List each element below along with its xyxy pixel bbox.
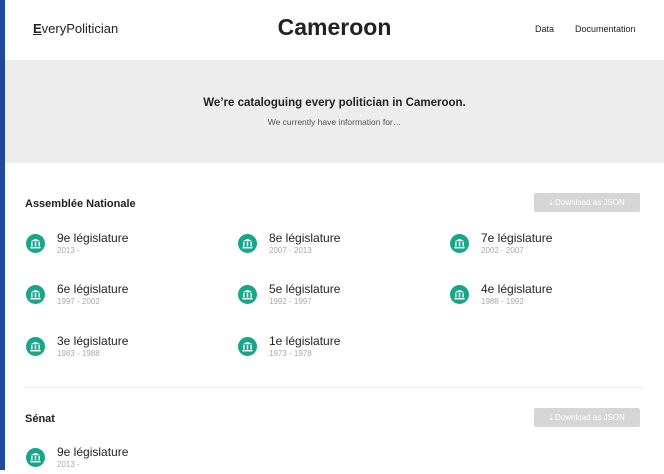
legislature-building-icon	[26, 234, 45, 253]
legislature-years: 1983 - 1988	[57, 349, 100, 358]
legislature-item[interactable]: 5e législature 1992 - 1997	[237, 281, 407, 311]
legislature-years: 1997 - 2002	[57, 297, 100, 306]
hero-title: We’re cataloguing every politician in Ca…	[203, 97, 466, 109]
section-title-assemblee-nationale: Assemblée Nationale	[25, 198, 136, 210]
legislature-building-icon	[26, 337, 45, 356]
legislature-name: 9e législature	[57, 231, 129, 245]
nav-link-data[interactable]: Data	[535, 24, 554, 34]
download-icon: ⤓	[549, 198, 553, 207]
legislature-name: 7e législature	[481, 231, 553, 245]
download-json-button-assemblee[interactable]: ⤓ Download as JSON	[534, 193, 640, 212]
legislature-name: 8e législature	[269, 231, 341, 245]
section-title-senat: Sénat	[25, 413, 55, 425]
legislature-years: 2007 - 2013	[269, 246, 312, 255]
legislature-name: 6e législature	[57, 282, 129, 296]
legislature-item[interactable]: 1e législature 1973 - 1978	[237, 333, 407, 363]
site-header: EveryPolitician Cameroon Data Documentat…	[5, 0, 664, 60]
legislature-item[interactable]: 9e législature 2013 -	[25, 230, 195, 260]
legislature-years: 2013 -	[57, 246, 80, 255]
legislature-years: 1992 - 1997	[269, 297, 312, 306]
hero-banner: We’re cataloguing every politician in Ca…	[5, 60, 664, 163]
download-label: Download as JSON	[554, 198, 625, 207]
download-json-button-senat[interactable]: ⤓ Download as JSON	[534, 408, 640, 427]
download-label: Download as JSON	[554, 413, 625, 422]
legislature-building-icon	[450, 285, 469, 304]
legislature-item[interactable]: 8e législature 2007 - 2013	[237, 230, 407, 260]
legislature-building-icon	[238, 234, 257, 253]
download-icon: ⤓	[549, 413, 553, 422]
legislature-years: 2013 -	[57, 460, 80, 469]
legislature-item[interactable]: 4e législature 1988 - 1992	[449, 281, 619, 311]
legislature-building-icon	[450, 234, 469, 253]
nav-link-documentation[interactable]: Documentation	[575, 24, 636, 34]
section-divider	[25, 387, 642, 388]
legislature-years: 1988 - 1992	[481, 297, 524, 306]
legislature-name: 4e législature	[481, 282, 553, 296]
legislature-years: 1973 - 1978	[269, 349, 312, 358]
legislature-years: 2002 - 2007	[481, 246, 524, 255]
legislature-name: 9e législature	[57, 445, 129, 459]
legislature-item[interactable]: 6e législature 1997 - 2002	[25, 281, 195, 311]
legislature-building-icon	[238, 285, 257, 304]
legislature-building-icon	[26, 285, 45, 304]
legislature-item[interactable]: 7e législature 2002 - 2007	[449, 230, 619, 260]
legislature-name: 5e législature	[269, 282, 341, 296]
legislature-building-icon	[238, 337, 257, 356]
legislature-name: 1e législature	[269, 334, 341, 348]
legislature-item[interactable]: 3e législature 1983 - 1988	[25, 333, 195, 363]
legislature-name: 3e législature	[57, 334, 129, 348]
page-title: Cameroon	[277, 14, 392, 40]
legislature-building-icon	[26, 448, 45, 467]
hero-subtitle: We currently have information for…	[267, 117, 402, 127]
